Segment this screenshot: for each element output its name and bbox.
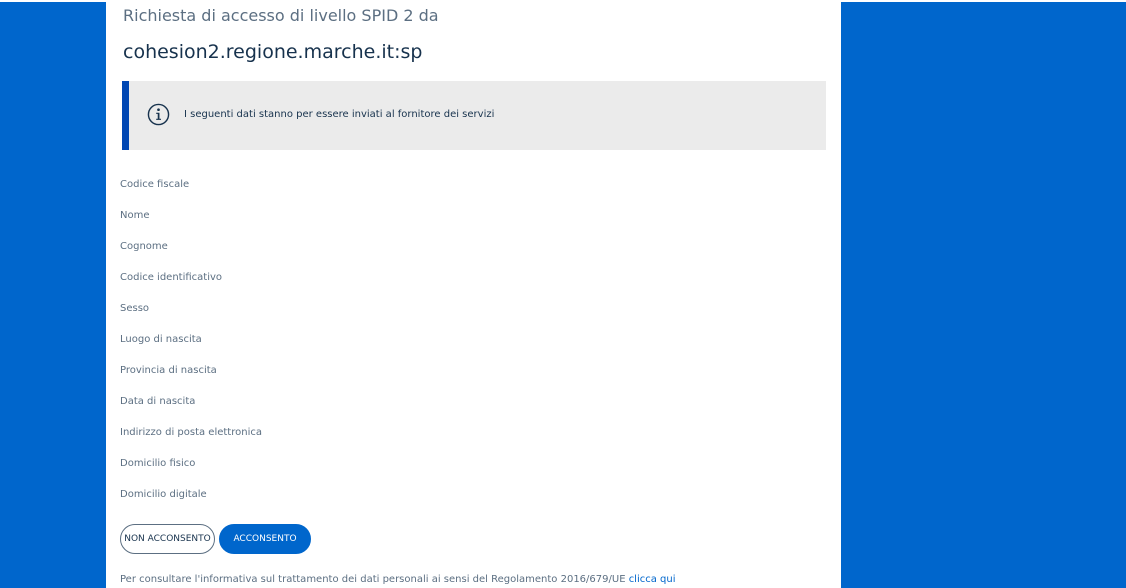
privacy-footer-text: Per consultare l'informativa sul trattam… (120, 574, 629, 585)
accept-consent-button[interactable]: ACCONSENTO (219, 524, 311, 554)
deny-consent-button[interactable]: NON ACCONSENTO (120, 524, 215, 554)
service-provider-title: cohesion2.regione.marche.it:sp (123, 41, 423, 63)
attribute-item: Sesso (120, 303, 150, 314)
callout-message: I seguenti dati stanno per essere inviat… (184, 109, 495, 120)
attribute-item: Provincia di nascita (120, 365, 217, 376)
attribute-item: Luogo di nascita (120, 334, 202, 345)
attribute-item: Indirizzo di posta elettronica (120, 427, 262, 438)
attribute-list: Codice fiscale Nome Cognome Codice ident… (120, 178, 262, 519)
attribute-item: Nome (120, 210, 150, 221)
attribute-item: Codice fiscale (120, 179, 190, 190)
privacy-footer: Per consultare l'informativa sul trattam… (120, 574, 676, 585)
info-icon (147, 103, 170, 126)
attribute-item: Codice identificativo (120, 272, 223, 283)
consent-panel: Richiesta di accesso di livello SPID 2 d… (106, 0, 841, 588)
attribute-item: Data di nascita (120, 396, 196, 407)
attribute-item: Cognome (120, 241, 168, 252)
request-subtitle: Richiesta di accesso di livello SPID 2 d… (123, 6, 439, 25)
attribute-item: Domicilio digitale (120, 489, 207, 500)
privacy-policy-link[interactable]: clicca qui (629, 574, 676, 585)
attribute-item: Domicilio fisico (120, 458, 196, 469)
info-callout: I seguenti dati stanno per essere inviat… (122, 81, 826, 150)
